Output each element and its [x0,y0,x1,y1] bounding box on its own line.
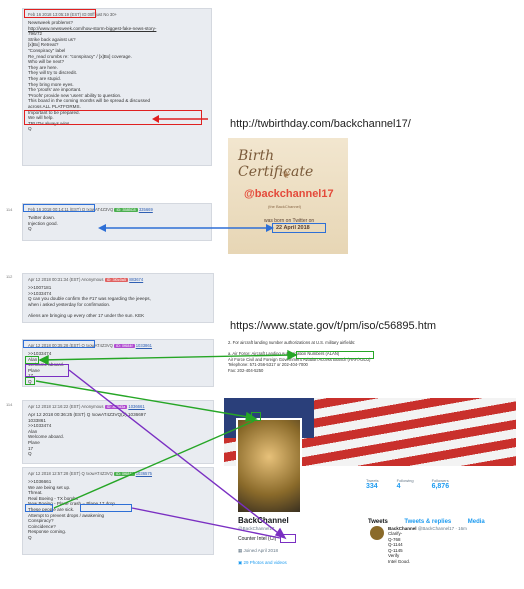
connector-arrows [35,349,298,540]
